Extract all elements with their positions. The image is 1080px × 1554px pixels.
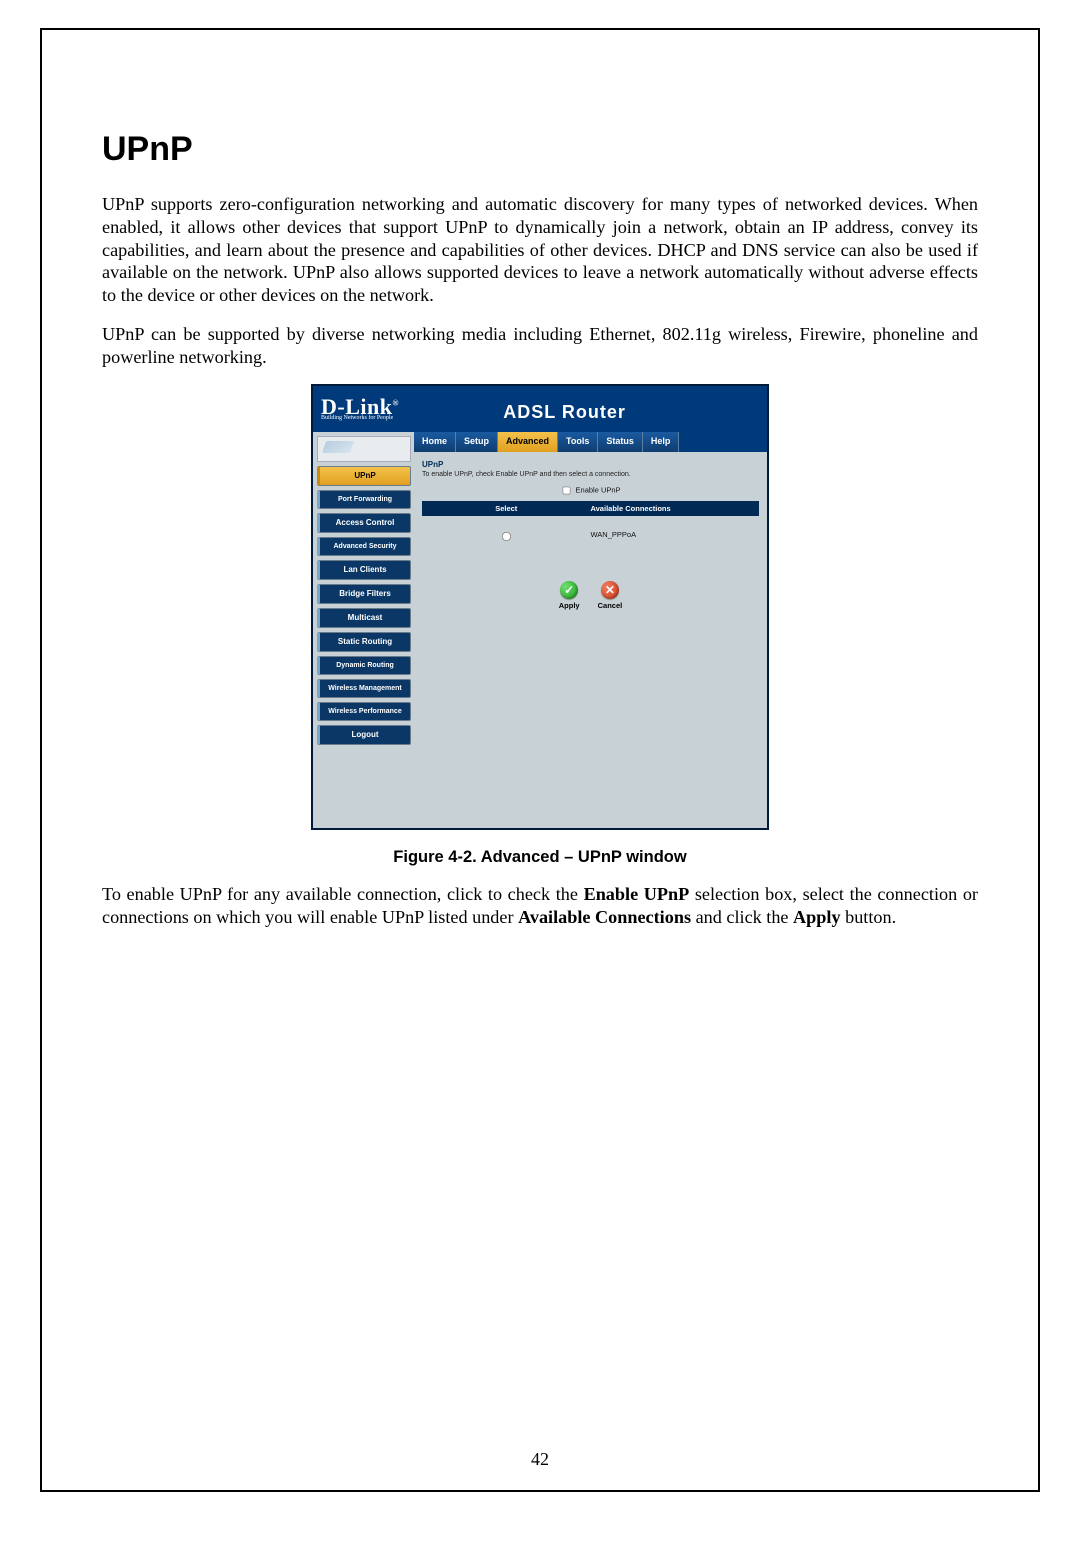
tab-advanced[interactable]: Advanced xyxy=(498,432,558,452)
tab-bar: HomeSetupAdvancedToolsStatusHelp xyxy=(414,432,767,452)
apply-label: Apply xyxy=(559,601,580,610)
cancel-button[interactable]: ✕ Cancel xyxy=(598,581,623,610)
tab-tools[interactable]: Tools xyxy=(558,432,598,452)
tab-status[interactable]: Status xyxy=(598,432,643,452)
apply-button[interactable]: ✓ Apply xyxy=(559,581,580,610)
figure: D-Link® Building Networks for People ADS… xyxy=(102,384,978,830)
tab-home[interactable]: Home xyxy=(414,432,456,452)
table-header: Select Available Connections xyxy=(422,501,759,516)
content-area: UPnP To enable UPnP, check Enable UPnP a… xyxy=(414,452,767,828)
sidebar-item-static-routing[interactable]: Static Routing xyxy=(317,632,411,652)
enable-upnp-label: Enable UPnP xyxy=(576,486,621,495)
sidebar-item-wireless-management[interactable]: Wireless Management xyxy=(317,679,411,698)
paragraph-3: To enable UPnP for any available connect… xyxy=(102,883,978,929)
router-title: ADSL Router xyxy=(503,402,626,423)
cancel-label: Cancel xyxy=(598,601,623,610)
th-select: Select xyxy=(422,504,591,513)
dlink-logo: D-Link® Building Networks for People xyxy=(313,397,399,422)
sidebar-item-advanced-security[interactable]: Advanced Security xyxy=(317,537,411,556)
enable-upnp-checkbox[interactable] xyxy=(563,487,571,495)
tab-help[interactable]: Help xyxy=(643,432,680,452)
th-connections: Available Connections xyxy=(591,504,760,513)
sidebar-item-logout[interactable]: Logout xyxy=(317,725,411,745)
router-screenshot: D-Link® Building Networks for People ADS… xyxy=(311,384,769,830)
connection-radio[interactable] xyxy=(502,532,511,541)
paragraph-1: UPnP supports zero-configuration network… xyxy=(102,193,978,307)
sidebar-item-upnp[interactable]: UPnP xyxy=(317,466,411,486)
connection-name: WAN_PPPoA xyxy=(591,530,760,545)
sidebar-item-dynamic-routing[interactable]: Dynamic Routing xyxy=(317,656,411,675)
figure-caption: Figure 4-2. Advanced – UPnP window xyxy=(102,848,978,867)
sidebar: UPnP Port Forwarding Access Control Advance… xyxy=(313,432,414,828)
cross-icon: ✕ xyxy=(601,581,619,599)
main-panel: HomeSetupAdvancedToolsStatusHelp UPnP To… xyxy=(414,432,767,828)
table-row: WAN_PPPoA xyxy=(422,516,759,573)
check-icon: ✓ xyxy=(560,581,578,599)
enable-upnp-row: Enable UPnP xyxy=(422,484,759,497)
section-title: UPnP xyxy=(102,130,978,169)
sidebar-item-wireless-performance[interactable]: Wireless Performance xyxy=(317,702,411,721)
page-number: 42 xyxy=(42,1449,1038,1470)
sidebar-item-access-control[interactable]: Access Control xyxy=(317,513,411,533)
router-header: D-Link® Building Networks for People ADS… xyxy=(313,386,767,432)
tab-setup[interactable]: Setup xyxy=(456,432,498,452)
logo-tagline: Building Networks for People xyxy=(321,416,399,421)
content-heading: UPnP xyxy=(422,460,759,469)
sidebar-item-multicast[interactable]: Multicast xyxy=(317,608,411,628)
action-row: ✓ Apply ✕ Cancel xyxy=(422,581,759,610)
sidebar-item-lan-clients[interactable]: Lan Clients xyxy=(317,560,411,580)
content-desc: To enable UPnP, check Enable UPnP and th… xyxy=(422,471,759,478)
sidebar-item-port-forwarding[interactable]: Port Forwarding xyxy=(317,490,411,509)
sidebar-item-bridge-filters[interactable]: Bridge Filters xyxy=(317,584,411,604)
device-image xyxy=(317,436,411,462)
paragraph-2: UPnP can be supported by diverse network… xyxy=(102,323,978,369)
